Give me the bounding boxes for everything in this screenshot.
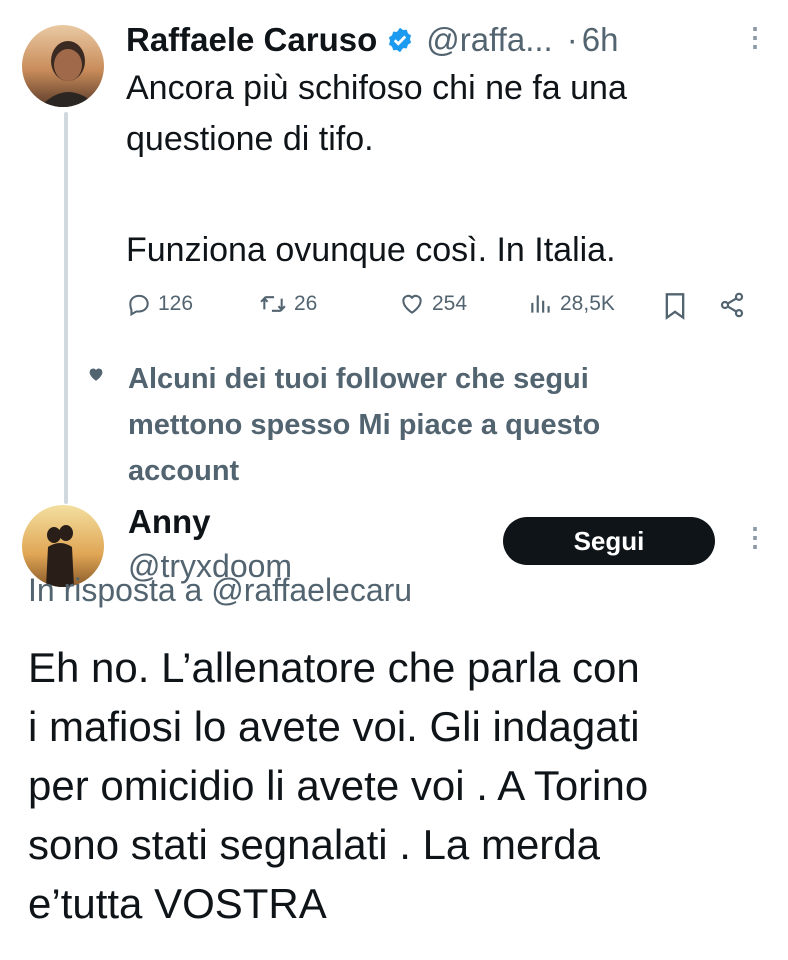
avatar[interactable] [22, 25, 104, 107]
reply-text-line: e’tutta VOSTRA [28, 880, 327, 927]
verified-badge-icon [386, 26, 414, 54]
reply-more-options-icon[interactable]: ⋮ [742, 524, 768, 550]
reply-icon [129, 294, 149, 317]
retweet-icon [260, 296, 286, 312]
views-button[interactable]: 28,5K [528, 291, 615, 317]
timestamp[interactable]: 6h [582, 21, 619, 59]
analytics-icon [531, 295, 550, 313]
reply-button[interactable]: 126 [126, 291, 193, 317]
like-button[interactable]: 254 [398, 291, 467, 317]
author-name[interactable]: Raffaele Caruso [126, 21, 377, 59]
retweet-count: 26 [294, 292, 318, 315]
tweet-text-line: questione di tifo. [126, 120, 374, 158]
reply-text-line: Eh no. L’allenatore che parla con [28, 644, 640, 691]
follow-button[interactable]: Segui [503, 517, 715, 565]
heart-small-icon [87, 365, 105, 388]
reply-text: Eh no. L’allenatore che parla con i mafi… [28, 638, 778, 933]
social-context: Alcuni dei tuoi follower che segui metto… [128, 356, 748, 494]
follow-button-label: Segui [573, 525, 645, 556]
heart-icon [402, 294, 422, 314]
share-icon[interactable] [718, 291, 746, 324]
reply-text-line: i mafiosi lo avete voi. Gli indagati [28, 703, 640, 750]
reply-count: 126 [158, 292, 194, 315]
social-context-line: mettono spesso Mi piace a questo [128, 409, 601, 441]
separator-dot: · [566, 21, 578, 58]
retweet-button[interactable]: 26 [258, 291, 317, 317]
author-handle[interactable]: @raffa... [426, 21, 552, 59]
thread-line [64, 112, 68, 504]
like-count: 254 [432, 292, 468, 315]
bookmark-icon[interactable] [663, 292, 687, 325]
social-context-line: Alcuni dei tuoi follower che segui [128, 363, 589, 395]
social-context-line: account [128, 455, 240, 487]
reply-author-name[interactable]: Anny [128, 503, 211, 541]
avatar-photo [22, 25, 104, 107]
tweet-text-line: Ancora più schifoso chi ne fa una [126, 69, 627, 107]
more-options-icon[interactable]: ⋮ [742, 24, 768, 50]
reply-text-line: sono stati segnalati . La merda [28, 821, 601, 868]
reply-text-line: per omicidio li avete voi . A Torino [28, 762, 649, 809]
reply-to-label[interactable]: In risposta a @raffaelecaru [28, 572, 412, 609]
tweet-text-line: Funziona ovunque così. In Italia. [126, 231, 616, 269]
tweet-text: Ancora più schifoso chi ne fa una questi… [126, 66, 746, 273]
view-count: 28,5K [560, 292, 615, 315]
